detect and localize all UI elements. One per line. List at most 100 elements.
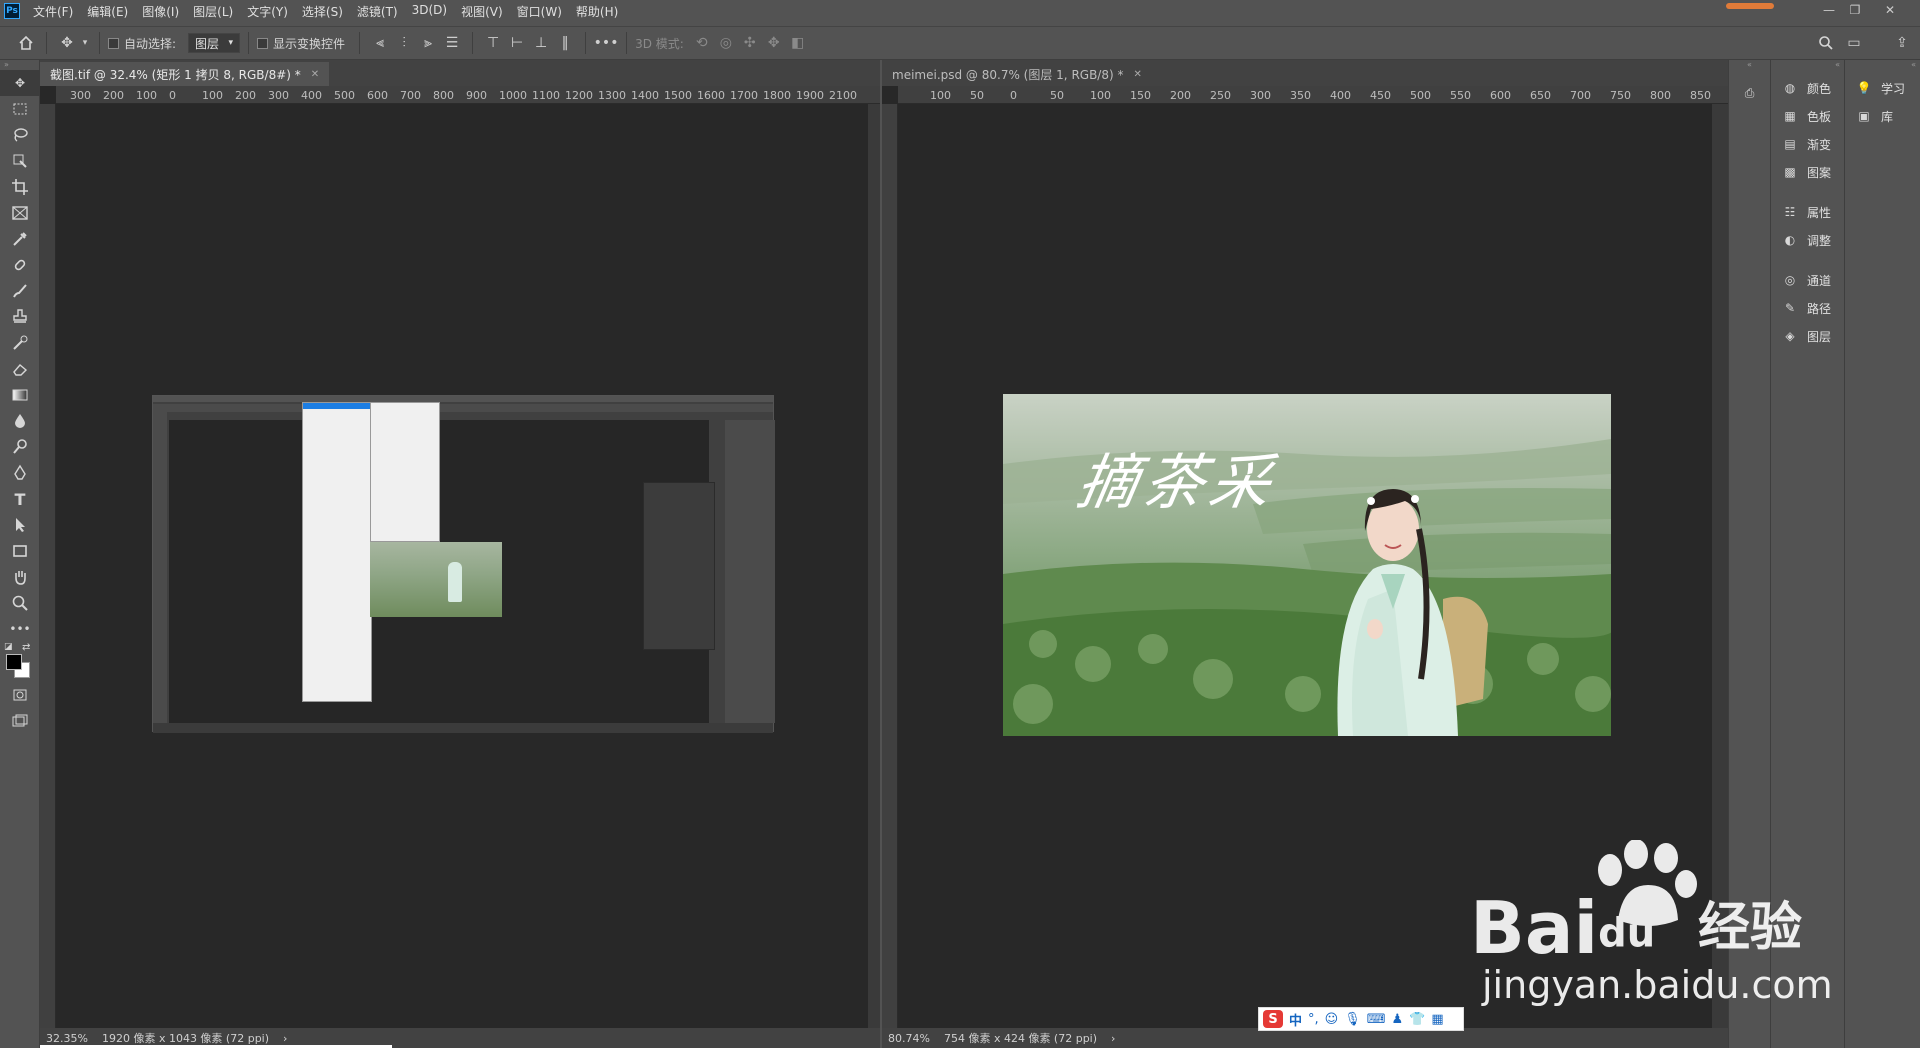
menu-item-8[interactable]: 视图(V) [454, 3, 510, 20]
user-icon[interactable]: ♟ [1392, 1012, 1404, 1027]
chevron-right-icon[interactable]: › [283, 1032, 287, 1045]
gradient-tool-icon[interactable] [0, 382, 40, 408]
panel-channels[interactable]: ◎ 通道 [1771, 266, 1844, 294]
right-document-tab[interactable]: meimei.psd @ 80.7% (图层 1, RGB/8) * ✕ [882, 62, 1152, 86]
healing-brush-tool-icon[interactable] [0, 252, 40, 278]
search-icon[interactable] [1814, 31, 1838, 55]
eyedropper-tool-icon[interactable] [0, 226, 40, 252]
history-panel-icon[interactable]: ⎙ [1741, 84, 1759, 102]
workspace-icon[interactable]: ▭ [1842, 31, 1866, 55]
panel-patterns[interactable]: ▩ 图案 [1771, 158, 1844, 186]
microphone-icon[interactable]: 🎙 [1344, 1012, 1361, 1027]
panel-paths[interactable]: ✎ 路径 [1771, 294, 1844, 322]
lasso-tool-icon[interactable] [0, 122, 40, 148]
distribute-vertical-icon[interactable]: ‖ [553, 31, 577, 55]
roll-3d-icon[interactable]: ◎ [714, 31, 738, 55]
right-zoom-level[interactable]: 80.74% [888, 1032, 930, 1045]
foreground-color[interactable] [6, 654, 22, 670]
default-colors-icon[interactable]: ◪ [4, 642, 13, 652]
close-icon[interactable]: ✕ [1870, 0, 1910, 20]
menu-item-9[interactable]: 窗口(W) [510, 3, 569, 20]
restore-icon[interactable]: ❐ [1842, 0, 1868, 20]
menu-item-4[interactable]: 文字(Y) [240, 3, 295, 20]
more-options-icon[interactable]: ••• [594, 31, 619, 55]
menu-item-3[interactable]: 图层(L) [186, 3, 240, 20]
slide-3d-icon[interactable]: ✥ [762, 31, 786, 55]
menu-item-0[interactable]: 文件(F) [26, 3, 80, 20]
frame-tool-icon[interactable] [0, 200, 40, 226]
home-icon[interactable] [14, 31, 38, 55]
panel-layers[interactable]: ◈ 图层 [1771, 322, 1844, 350]
emoji-icon[interactable]: ☺ [1325, 1012, 1339, 1027]
menu-item-7[interactable]: 3D(D) [405, 3, 454, 20]
edit-toolbar-icon[interactable]: ••• [0, 616, 40, 642]
collapse-icon[interactable]: « [1771, 60, 1844, 74]
move-tool-icon[interactable]: ✥ [0, 70, 40, 96]
crop-tool-icon[interactable] [0, 174, 40, 200]
show-transform-checkbox[interactable] [257, 37, 269, 49]
close-icon[interactable]: ✕ [311, 69, 319, 80]
chevron-right-icon[interactable]: › [1111, 1032, 1115, 1045]
collapse-icon[interactable]: » [0, 60, 39, 70]
ime-toolbar[interactable]: S 中 °, ☺ 🎙 ⌨ ♟ 👕 ▦ [1258, 1007, 1464, 1031]
align-left-icon[interactable]: ⫷ [368, 31, 392, 55]
auto-select-dropdown[interactable]: 图层 ▾ [188, 33, 241, 53]
left-zoom-level[interactable]: 32.35% [46, 1032, 88, 1045]
collapse-icon[interactable]: « [1729, 60, 1770, 74]
left-vertical-scrollbar[interactable] [868, 104, 880, 1028]
panel-libraries[interactable]: ▣ 库 [1845, 102, 1920, 130]
pen-tool-icon[interactable] [0, 460, 40, 486]
swap-colors-icon[interactable]: ⇄ [22, 642, 30, 653]
menu-item-6[interactable]: 滤镜(T) [350, 3, 405, 20]
history-brush-tool-icon[interactable] [0, 330, 40, 356]
menu-item-2[interactable]: 图像(I) [135, 3, 186, 20]
left-document-tab[interactable]: 截图.tif @ 32.4% (矩形 1 拷贝 8, RGB/8#) * ✕ [40, 62, 330, 86]
panel-swatches[interactable]: ▦ 色板 [1771, 102, 1844, 130]
skin-icon[interactable]: 👕 [1409, 1012, 1425, 1027]
menu-item-5[interactable]: 选择(S) [295, 3, 350, 20]
camera-3d-icon[interactable]: ◧ [786, 31, 810, 55]
punctuation-icon[interactable]: °, [1308, 1012, 1319, 1027]
brush-tool-icon[interactable] [0, 278, 40, 304]
menu-item-1[interactable]: 编辑(E) [80, 3, 135, 20]
chevron-down-icon[interactable]: ▾ [79, 31, 91, 55]
sogou-logo-icon[interactable]: S [1263, 1010, 1283, 1028]
eraser-tool-icon[interactable] [0, 356, 40, 382]
marquee-tool-icon[interactable] [0, 96, 40, 122]
share-icon[interactable]: ⇪ [1890, 31, 1914, 55]
orbit-3d-icon[interactable]: ⟲ [690, 31, 714, 55]
clone-stamp-tool-icon[interactable] [0, 304, 40, 330]
path-select-tool-icon[interactable] [0, 512, 40, 538]
align-center-icon[interactable]: ⫶ [392, 31, 416, 55]
pan-3d-icon[interactable]: ✣ [738, 31, 762, 55]
toolbox-icon[interactable]: ▦ [1431, 1012, 1443, 1027]
hand-tool-icon[interactable] [0, 564, 40, 590]
rectangle-tool-icon[interactable] [0, 538, 40, 564]
auto-select-checkbox[interactable] [108, 37, 119, 49]
minimize-icon[interactable]: — [1816, 0, 1842, 20]
panel-adjustments[interactable]: ◐ 调整 [1771, 226, 1844, 254]
distribute-icon[interactable]: ☰ [440, 31, 464, 55]
keyboard-icon[interactable]: ⌨ [1367, 1012, 1386, 1027]
quick-mask-icon[interactable] [0, 682, 40, 708]
zoom-tool-icon[interactable] [0, 590, 40, 616]
screen-mode-icon[interactable] [0, 708, 40, 734]
type-tool-icon[interactable]: T [0, 486, 40, 512]
close-icon[interactable]: ✕ [1133, 69, 1141, 80]
align-middle-icon[interactable]: ⊢ [505, 31, 529, 55]
align-top-icon[interactable]: ⊤ [481, 31, 505, 55]
menu-item-10[interactable]: 帮助(H) [569, 3, 625, 20]
panel-properties[interactable]: ☷ 属性 [1771, 198, 1844, 226]
left-canvas-area[interactable] [56, 104, 876, 1028]
panel-gradient[interactable]: ▤ 渐变 [1771, 130, 1844, 158]
align-right-icon[interactable]: ⫸ [416, 31, 440, 55]
panel-learn[interactable]: 💡 学习 [1845, 74, 1920, 102]
dodge-tool-icon[interactable] [0, 434, 40, 460]
ime-chinese-mode[interactable]: 中 [1289, 1010, 1302, 1029]
blur-tool-icon[interactable] [0, 408, 40, 434]
object-select-tool-icon[interactable] [0, 148, 40, 174]
panel-color[interactable]: ◍ 颜色 [1771, 74, 1844, 102]
move-tool-icon[interactable]: ✥ [55, 31, 79, 55]
collapse-icon[interactable]: « [1845, 60, 1920, 74]
align-bottom-icon[interactable]: ⊥ [529, 31, 553, 55]
